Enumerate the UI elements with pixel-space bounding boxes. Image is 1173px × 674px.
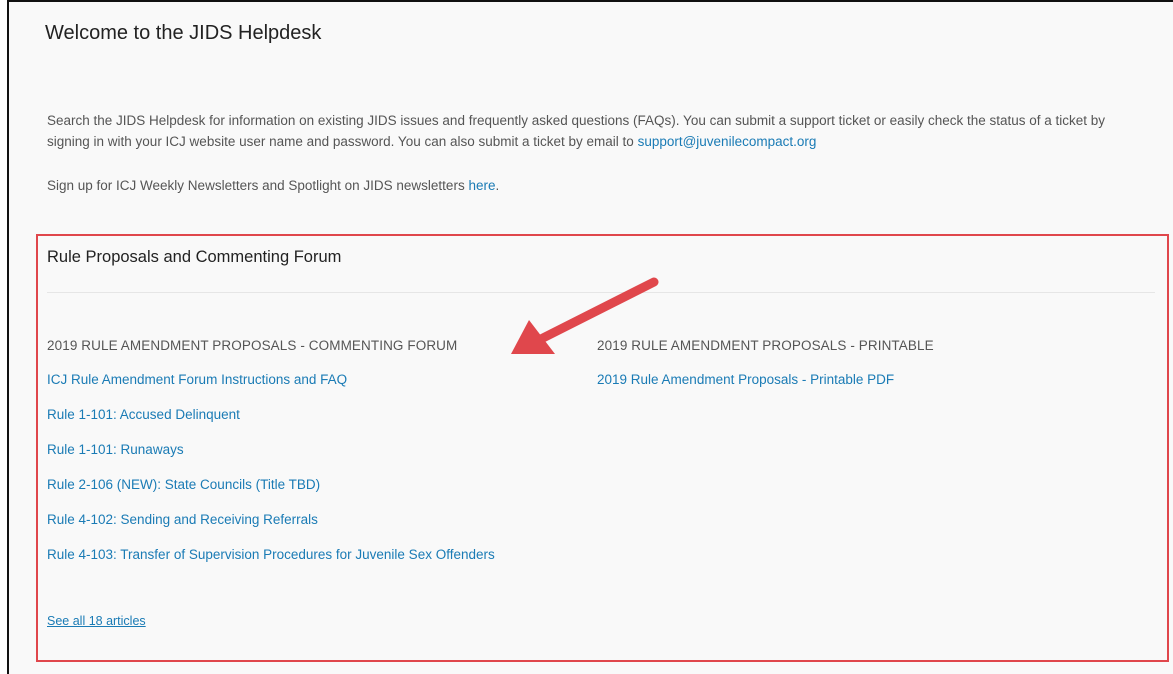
article-item: ICJ Rule Amendment Forum Instructions an… <box>47 371 547 389</box>
article-item: 2019 Rule Amendment Proposals - Printabl… <box>597 371 1097 389</box>
newsletter-suffix: . <box>495 178 500 193</box>
annotation-arrow-icon <box>511 277 659 354</box>
printable-column: 2019 RULE AMENDMENT PROPOSALS - PRINTABL… <box>597 338 1097 406</box>
article-link-printable-pdf[interactable]: 2019 Rule Amendment Proposals - Printabl… <box>597 372 894 387</box>
intro-text: Search the JIDS Helpdesk for information… <box>47 113 1106 149</box>
commenting-forum-heading: 2019 RULE AMENDMENT PROPOSALS - COMMENTI… <box>47 338 458 353</box>
intro-paragraph: Search the JIDS Helpdesk for information… <box>47 110 1147 152</box>
support-email-link[interactable]: support@juvenilecompact.org <box>638 134 817 149</box>
article-link-state-councils[interactable]: Rule 2-106 (NEW): State Councils (Title … <box>47 477 320 492</box>
article-link-forum-instructions[interactable]: ICJ Rule Amendment Forum Instructions an… <box>47 372 347 387</box>
newsletter-text: Sign up for ICJ Weekly Newsletters and S… <box>47 178 469 193</box>
article-link-transfer-of-supervision[interactable]: Rule 4-103: Transfer of Supervision Proc… <box>47 547 495 562</box>
printable-heading: 2019 RULE AMENDMENT PROPOSALS - PRINTABL… <box>597 338 934 353</box>
article-link-sending-receiving-referrals[interactable]: Rule 4-102: Sending and Receiving Referr… <box>47 512 318 527</box>
article-item: Rule 1-101: Runaways <box>47 441 547 459</box>
article-item: Rule 1-101: Accused Delinquent <box>47 406 547 424</box>
commenting-forum-article-list: ICJ Rule Amendment Forum Instructions an… <box>47 371 547 564</box>
article-link-runaways[interactable]: Rule 1-101: Runaways <box>47 442 184 457</box>
see-all-articles-link[interactable]: See all 18 articles <box>47 614 146 628</box>
section-title: Rule Proposals and Commenting Forum <box>47 248 342 266</box>
article-item: Rule 4-103: Transfer of Supervision Proc… <box>47 546 507 564</box>
article-link-accused-delinquent[interactable]: Rule 1-101: Accused Delinquent <box>47 407 240 422</box>
commenting-forum-column: 2019 RULE AMENDMENT PROPOSALS - COMMENTI… <box>47 338 547 581</box>
article-item: Rule 4-102: Sending and Receiving Referr… <box>47 511 547 529</box>
page-title: Welcome to the JIDS Helpdesk <box>45 22 322 44</box>
article-item: Rule 2-106 (NEW): State Councils (Title … <box>47 476 547 494</box>
content-frame: Welcome to the JIDS Helpdesk Search the … <box>7 0 1173 674</box>
printable-article-list: 2019 Rule Amendment Proposals - Printabl… <box>597 371 1097 389</box>
newsletter-paragraph: Sign up for ICJ Weekly Newsletters and S… <box>47 178 499 193</box>
newsletter-signup-link[interactable]: here <box>468 178 495 193</box>
